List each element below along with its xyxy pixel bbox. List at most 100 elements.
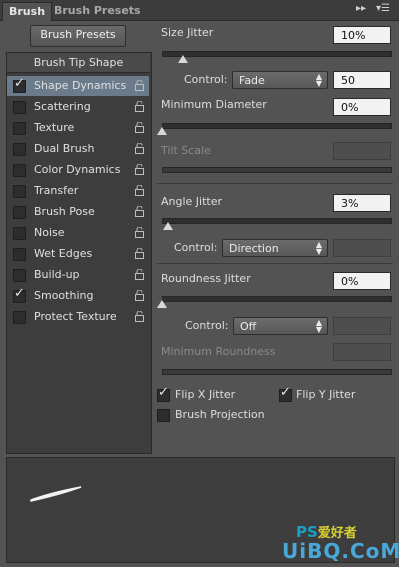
size-jitter-label: Size Jitter — [161, 26, 214, 39]
watermark-url: UiBQ.CoM — [282, 539, 399, 563]
divider — [157, 263, 393, 264]
flip-y-label: Flip Y Jitter — [296, 388, 356, 401]
lock-icon[interactable] — [135, 289, 144, 301]
brush-projection-label: Brush Projection — [175, 408, 265, 421]
control-select-value: Direction — [229, 242, 279, 255]
checkmark-icon: ✓ — [280, 385, 291, 400]
lock-icon[interactable] — [135, 100, 144, 112]
option-checkbox[interactable] — [13, 185, 26, 198]
brush-projection-checkbox[interactable] — [157, 409, 170, 422]
option-item[interactable]: Texture — [7, 118, 149, 138]
angle-jitter-slider[interactable] — [162, 218, 392, 230]
lock-icon[interactable] — [135, 268, 144, 280]
control-label: Control: — [174, 241, 218, 254]
lock-icon[interactable] — [135, 226, 144, 238]
option-label: Smoothing — [34, 289, 94, 302]
control-label: Control: — [185, 319, 229, 332]
lock-icon[interactable] — [135, 142, 144, 154]
brush-tip-shape-item[interactable]: Brush Tip Shape — [7, 53, 150, 73]
checkmark-icon: ✓ — [158, 385, 169, 400]
lock-icon[interactable] — [135, 163, 144, 175]
minimum-roundness-slider — [162, 369, 392, 375]
tilt-scale-field — [333, 142, 391, 160]
brush-presets-button[interactable]: Brush Presets — [30, 25, 126, 47]
option-checkbox[interactable] — [13, 101, 26, 114]
minimum-diameter-label: Minimum Diameter — [161, 98, 267, 111]
divider — [157, 183, 393, 184]
option-item[interactable]: ✓ Smoothing — [7, 286, 149, 306]
lock-icon[interactable] — [135, 310, 144, 322]
option-checkbox[interactable] — [13, 227, 26, 240]
option-item[interactable]: Protect Texture — [7, 307, 149, 327]
option-item[interactable]: Color Dynamics — [7, 160, 149, 180]
option-checkbox[interactable] — [13, 122, 26, 135]
slider-thumb[interactable] — [178, 55, 188, 63]
flip-y-checkbox[interactable]: ✓ — [279, 385, 292, 402]
roundness-jitter-label: Roundness Jitter — [161, 272, 251, 285]
checkmark-icon: ✓ — [14, 76, 25, 91]
option-label: Transfer — [34, 184, 79, 197]
size-jitter-slider[interactable] — [162, 51, 392, 63]
select-arrows-icon: ▲ ▼ — [315, 72, 322, 88]
option-item[interactable]: Brush Pose — [7, 202, 149, 222]
control-select-off[interactable]: Off ▲ ▼ — [233, 317, 328, 335]
control-select-fade[interactable]: Fade ▲ ▼ — [232, 71, 328, 89]
minimum-diameter-slider[interactable] — [157, 123, 392, 135]
roundness-jitter-field[interactable]: 0% — [333, 272, 391, 290]
control-select-value: Off — [240, 320, 257, 333]
option-item[interactable]: Noise — [7, 223, 149, 243]
option-checkbox[interactable]: ✓ — [13, 286, 26, 303]
tab-brush[interactable]: Brush — [2, 2, 53, 21]
option-checkbox[interactable]: ✓ — [13, 76, 26, 93]
option-checkbox[interactable] — [13, 164, 26, 177]
select-arrows-icon: ▲ ▼ — [315, 240, 322, 256]
angle-jitter-field[interactable]: 3% — [333, 194, 391, 212]
lock-icon[interactable] — [135, 205, 144, 217]
control-label: Control: — [184, 73, 228, 86]
option-checkbox[interactable] — [13, 206, 26, 219]
option-checkbox[interactable] — [13, 143, 26, 156]
slider-thumb[interactable] — [157, 127, 167, 135]
control-select-value: Fade — [239, 74, 265, 87]
flip-x-checkbox[interactable]: ✓ — [157, 385, 170, 402]
angle-steps-field — [333, 239, 391, 257]
option-item[interactable]: Dual Brush — [7, 139, 149, 159]
slider-thumb[interactable] — [157, 300, 167, 308]
roundness-jitter-slider[interactable] — [157, 296, 392, 308]
tilt-scale-slider — [162, 167, 392, 173]
option-item[interactable]: ✓ Shape Dynamics — [7, 76, 149, 96]
slider-thumb[interactable] — [163, 222, 173, 230]
lock-icon[interactable] — [135, 184, 144, 196]
option-item[interactable]: Wet Edges — [7, 244, 149, 264]
angle-jitter-label: Angle Jitter — [161, 195, 223, 208]
panel-tab-bar: Brush Brush Presets ▸▸ ▾☰ — [0, 0, 399, 21]
option-label: Noise — [34, 226, 65, 239]
option-checkbox[interactable] — [13, 311, 26, 324]
option-item[interactable]: Build-up — [7, 265, 149, 285]
control-select-direction[interactable]: Direction ▲ ▼ — [222, 239, 328, 257]
option-label: Texture — [34, 121, 75, 134]
lock-icon[interactable] — [135, 79, 144, 91]
tilt-scale-label: Tilt Scale — [161, 144, 211, 157]
option-label: Wet Edges — [34, 247, 93, 260]
option-item[interactable]: Transfer — [7, 181, 149, 201]
minimum-roundness-field — [333, 343, 391, 361]
size-jitter-field[interactable]: 10% — [333, 26, 391, 44]
minimum-roundness-label: Minimum Roundness — [161, 345, 276, 358]
option-checkbox[interactable] — [13, 248, 26, 261]
option-item[interactable]: Scattering — [7, 97, 149, 117]
tab-brush-presets[interactable]: Brush Presets — [48, 2, 147, 20]
option-label: Dual Brush — [34, 142, 95, 155]
option-label: Scattering — [34, 100, 91, 113]
option-label: Color Dynamics — [34, 163, 121, 176]
lock-icon[interactable] — [135, 247, 144, 259]
roundness-steps-field — [333, 317, 391, 335]
minimum-diameter-field[interactable]: 0% — [333, 98, 391, 116]
collapse-icon[interactable]: ▸▸ — [356, 3, 366, 14]
panel-menu-icon[interactable]: ▾☰ — [376, 3, 390, 14]
fade-steps-field[interactable]: 50 — [333, 71, 391, 89]
lock-icon[interactable] — [135, 121, 144, 133]
option-checkbox[interactable] — [13, 269, 26, 282]
option-label: Build-up — [34, 268, 80, 281]
checkmark-icon: ✓ — [14, 286, 25, 301]
